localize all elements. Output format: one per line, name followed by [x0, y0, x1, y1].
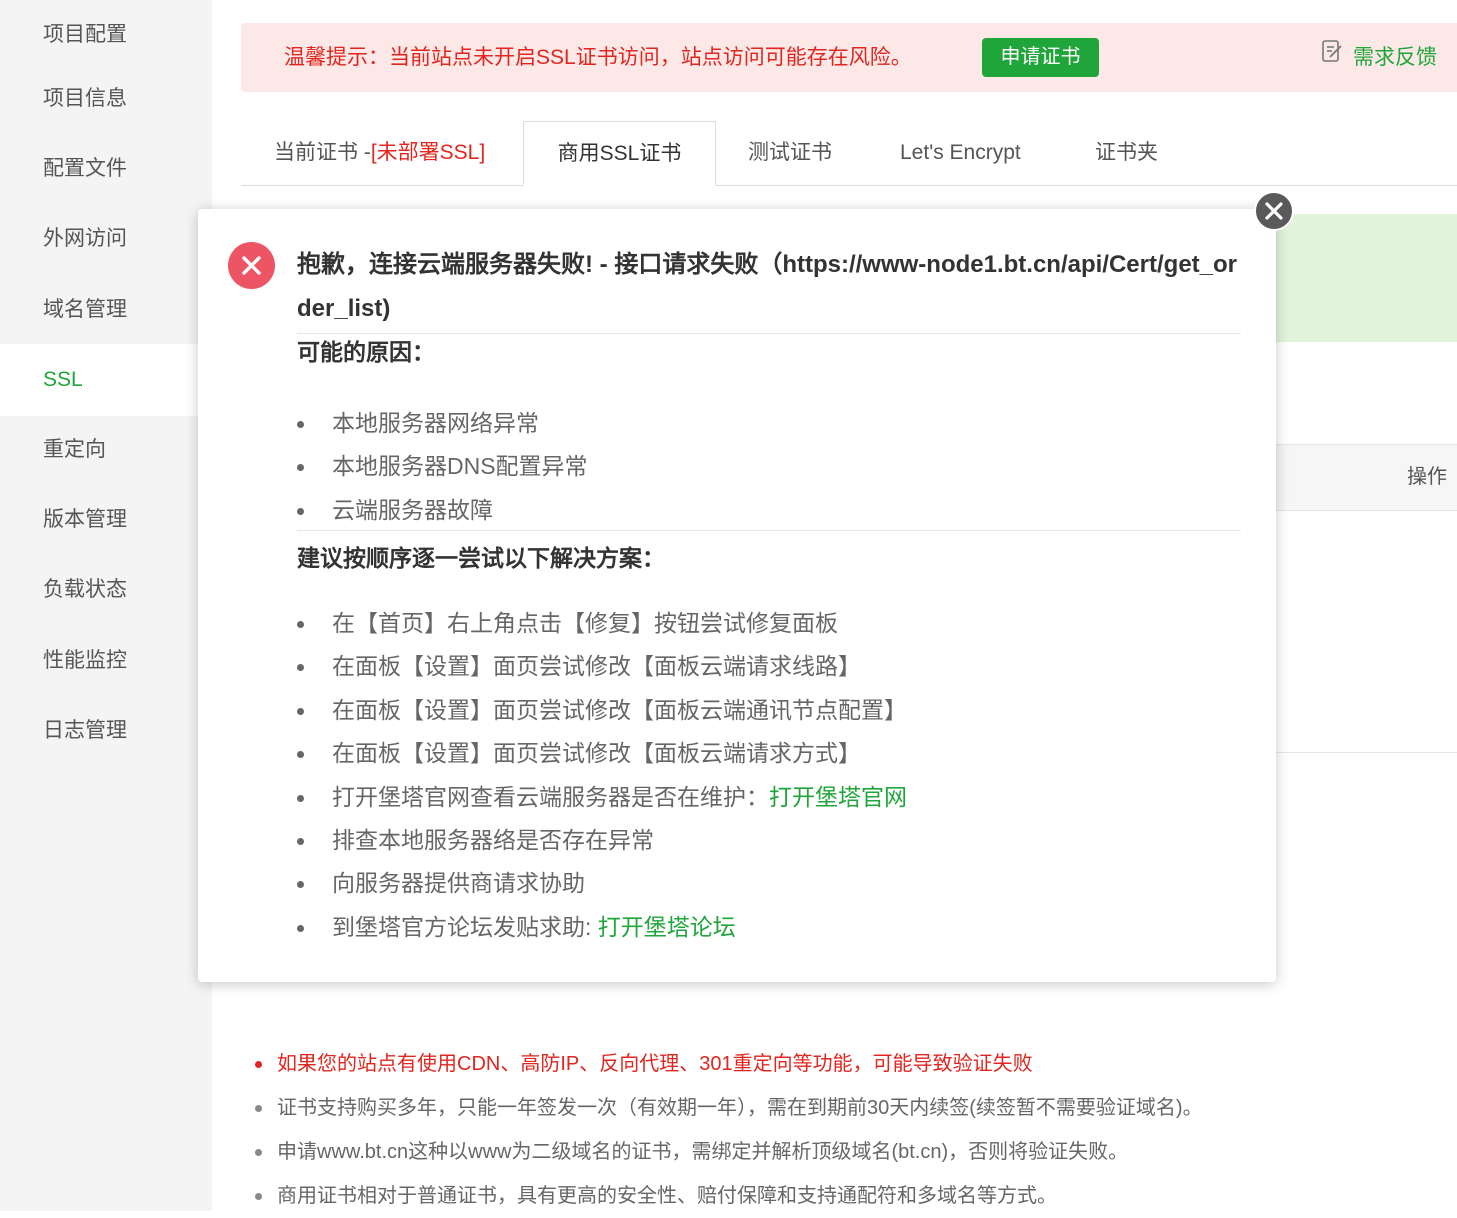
list-item: 在【首页】右上角点击【修复】按钮尝试修复面板 [297, 602, 1241, 645]
ssl-warning-text: 温馨提示：当前站点未开启SSL证书访问，站点访问可能存在风险。 [284, 46, 912, 69]
official-site-text: 打开堡塔官网查看云端服务器是否在维护： [332, 783, 769, 810]
feedback-label: 需求反馈 [1353, 46, 1437, 69]
sidebar-item-logs[interactable]: 日志管理 [0, 696, 212, 766]
list-item: 到堡塔官方论坛发贴求助: 打开堡塔论坛 [297, 906, 1241, 949]
feedback-link[interactable]: 需求反馈 [1321, 23, 1437, 92]
list-item: 在面板【设置】面页尝试修改【面板云端请求方式】 [297, 732, 1241, 775]
list-item: 在面板【设置】面页尝试修改【面板云端通讯节点配置】 [297, 689, 1241, 732]
list-item: 排查本地服务器络是否存在异常 [297, 819, 1241, 862]
note-item: 证书支持购买多年，只能一年签发一次（有效期一年），需在到期前30天内续签(续签暂… [255, 1086, 1445, 1130]
reasons-list: 本地服务器网络异常 本地服务器DNS配置异常 云端服务器故障 [297, 402, 1241, 532]
note-item: 商用证书相对于普通证书，具有更高的安全性、赔付保障和支持通配符和多域名等方式。 [255, 1174, 1445, 1218]
sidebar-item-load-status[interactable]: 负载状态 [0, 555, 212, 625]
tab-certificate-folder[interactable]: 证书夹 [1095, 121, 1158, 185]
sidebar-item-config-file[interactable]: 配置文件 [0, 134, 212, 204]
sidebar-item-ssl[interactable]: SSL [0, 344, 212, 416]
table-bottom-border [1270, 752, 1457, 753]
close-icon [1265, 202, 1283, 220]
list-item: 本地服务器网络异常 [297, 402, 1241, 445]
list-item: 在面板【设置】面页尝试修改【面板云端请求线路】 [297, 645, 1241, 688]
forum-link[interactable]: 打开堡塔论坛 [598, 914, 736, 940]
apply-certificate-button[interactable]: 申请证书 [982, 38, 1099, 77]
sidebar-item-domain[interactable]: 域名管理 [0, 275, 212, 345]
edit-note-icon [1321, 22, 1343, 91]
error-dialog: 抱歉，连接云端服务器失败! - 接口请求失败（https://www-node1… [198, 209, 1276, 982]
certificate-notes: 如果您的站点有使用CDN、高防IP、反向代理、301重定向等功能，可能导致验证失… [255, 1042, 1445, 1218]
tab-lets-encrypt[interactable]: Let's Encrypt [900, 121, 1021, 185]
sidebar-item-project-config[interactable]: 项目配置 [0, 0, 212, 70]
solutions-title: 建议按顺序逐一尝试以下解决方案： [297, 545, 665, 571]
table-header-operation: 操作 [1407, 466, 1447, 488]
section-divider [297, 530, 1241, 531]
tab-commercial-ssl[interactable]: 商用SSL证书 [523, 121, 716, 186]
tab-current-status: [未部署SSL] [370, 141, 486, 164]
sidebar-item-performance[interactable]: 性能监控 [0, 626, 212, 696]
tab-current-prefix: 当前证书 - [274, 141, 371, 164]
sidebar-item-redirect[interactable]: 重定向 [0, 415, 212, 485]
sidebar-item-version[interactable]: 版本管理 [0, 485, 212, 555]
ssl-warning-bar: 温馨提示：当前站点未开启SSL证书访问，站点访问可能存在风险。 申请证书 需求反… [241, 23, 1457, 92]
list-item: 云端服务器故障 [297, 489, 1241, 532]
tab-current-certificate[interactable]: 当前证书 -[未部署SSL] [274, 121, 485, 185]
list-item: 本地服务器DNS配置异常 [297, 445, 1241, 488]
list-item: 向服务器提供商请求协助 [297, 862, 1241, 905]
forum-text: 到堡塔官方论坛发贴求助: [332, 913, 598, 940]
dialog-close-button[interactable] [1254, 191, 1294, 231]
table-header: 操作 [1270, 444, 1457, 511]
note-item: 申请www.bt.cn这种以www为二级域名的证书，需绑定并解析顶级域名(bt.… [255, 1130, 1445, 1174]
error-title: 抱歉，连接云端服务器失败! - 接口请求失败（https://www-node1… [297, 243, 1241, 334]
list-item: 打开堡塔官网查看云端服务器是否在维护：打开堡塔官网 [297, 776, 1241, 819]
error-icon [228, 242, 275, 289]
official-site-link[interactable]: 打开堡塔官网 [769, 784, 907, 810]
solutions-list: 在【首页】右上角点击【修复】按钮尝试修复面板 在面板【设置】面页尝试修改【面板云… [297, 602, 1241, 949]
sidebar: 项目配置 项目信息 配置文件 外网访问 域名管理 SSL 重定向 版本管理 负载… [0, 0, 212, 1211]
tab-test-certificate[interactable]: 测试证书 [748, 121, 832, 185]
reasons-title: 可能的原因： [297, 339, 435, 365]
sidebar-item-external-access[interactable]: 外网访问 [0, 204, 212, 274]
note-item: 如果您的站点有使用CDN、高防IP、反向代理、301重定向等功能，可能导致验证失… [255, 1042, 1445, 1086]
sidebar-item-project-info[interactable]: 项目信息 [0, 64, 212, 134]
info-panel-background [1270, 214, 1457, 342]
certificate-tabs: 当前证书 -[未部署SSL] 商用SSL证书 测试证书 Let's Encryp… [241, 121, 1457, 186]
